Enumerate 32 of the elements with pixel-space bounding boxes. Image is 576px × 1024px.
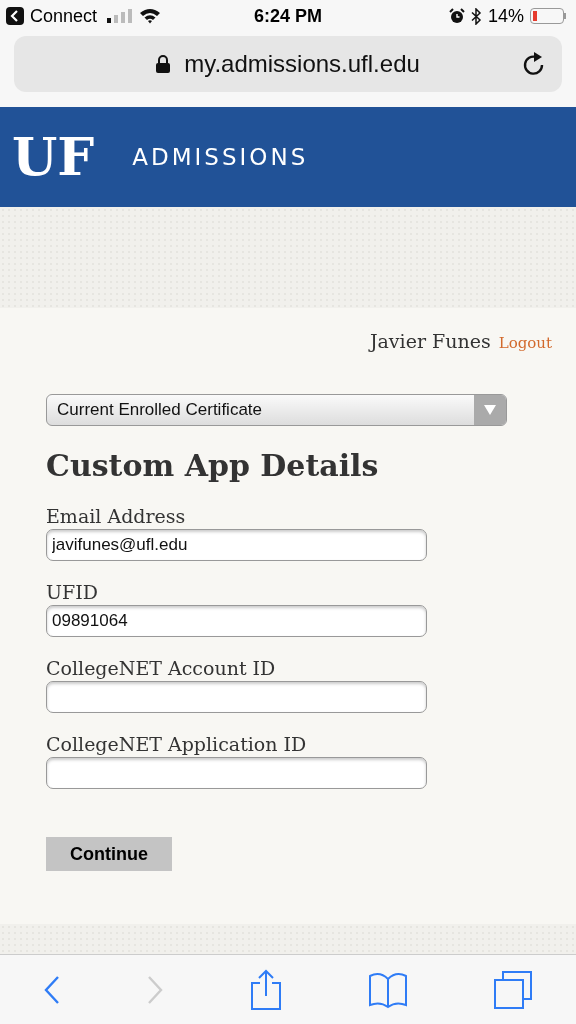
battery-percent: 14%	[487, 5, 524, 27]
back-icon[interactable]	[42, 974, 61, 1005]
address-bar[interactable]: my.admissions.ufl.edu	[14, 36, 562, 92]
lock-icon	[156, 55, 171, 73]
dropdown-select[interactable]: Current Enrolled Certificate	[46, 394, 507, 426]
wifi-icon	[139, 8, 162, 24]
tabs-icon[interactable]	[493, 969, 534, 1010]
url-text: my.admissions.ufl.edu	[184, 50, 420, 78]
field-label: CollegeNET Account ID	[46, 657, 277, 679]
input-field[interactable]	[46, 757, 427, 789]
clock-time: 6:24 PM	[254, 5, 322, 27]
field-label: Email Address	[46, 505, 187, 527]
input-field[interactable]: 09891064	[46, 605, 427, 637]
site-title: ADMISSIONS	[132, 144, 309, 170]
field-label: CollegeNET Application ID	[46, 733, 308, 755]
input-field[interactable]	[46, 681, 427, 713]
book-icon[interactable]	[367, 970, 408, 1009]
back-app-icon[interactable]	[6, 7, 24, 25]
field-label: UFID	[46, 581, 99, 603]
alarm-clock-icon	[448, 8, 465, 24]
caret-icon	[484, 405, 496, 415]
input-field[interactable]: javifunes@ufl.edu	[46, 529, 427, 561]
back-app-label[interactable]: Connect	[30, 5, 98, 27]
reload-icon[interactable]	[522, 51, 546, 77]
share-icon[interactable]	[250, 968, 282, 1011]
uf-logo[interactable]: UF	[12, 128, 99, 186]
continue-button[interactable]: Continue	[46, 837, 172, 871]
battery-icon	[530, 8, 566, 24]
user-name: Javier Funes	[369, 330, 491, 352]
bluetooth-icon	[470, 7, 482, 25]
page-heading: Custom App Details	[46, 448, 379, 483]
signal-icon	[107, 9, 134, 23]
